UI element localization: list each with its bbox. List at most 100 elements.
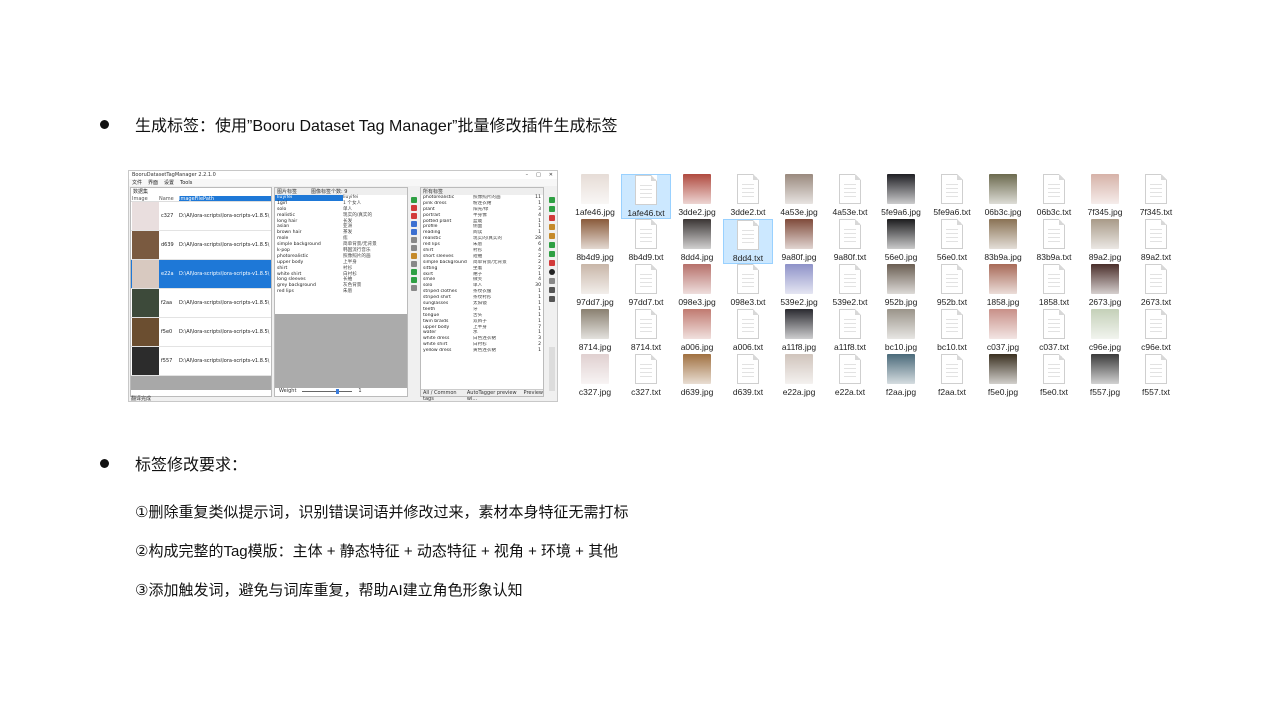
image-file[interactable]: c96e.jpg: [1080, 309, 1130, 354]
image-file[interactable]: 56e0.jpg: [876, 219, 926, 264]
text-file[interactable]: f2aa.txt: [927, 354, 977, 399]
text-file[interactable]: c037.txt: [1029, 309, 1079, 354]
text-file[interactable]: 83b9a.txt: [1029, 219, 1079, 264]
text-file[interactable]: 1afe46.txt: [621, 174, 671, 219]
image-file[interactable]: 2673.jpg: [1080, 264, 1130, 309]
menu-file[interactable]: 文件: [132, 179, 142, 186]
image-file[interactable]: 06b3c.jpg: [978, 174, 1028, 219]
image-tag-row[interactable]: red lips 朱唇: [275, 289, 407, 295]
text-file[interactable]: e22a.txt: [825, 354, 875, 399]
text-file[interactable]: 89a2.txt: [1131, 219, 1181, 264]
remove-all-icon[interactable]: [549, 215, 555, 221]
image-file[interactable]: 8b4d9.jpg: [570, 219, 620, 264]
image-file[interactable]: 7f345.jpg: [1080, 174, 1130, 219]
image-row[interactable]: e22a D:\AI\lora-scripts\lora-scripts-v1.8…: [131, 260, 271, 289]
zoom-icon[interactable]: [549, 278, 555, 284]
text-file[interactable]: 8b4d9.txt: [621, 219, 671, 264]
move-up-icon[interactable]: [549, 242, 555, 248]
text-file[interactable]: 8714.txt: [621, 309, 671, 354]
minimize-icon[interactable]: –: [526, 172, 529, 178]
paste-icon[interactable]: [411, 229, 417, 235]
image-file[interactable]: 97dd7.jpg: [570, 264, 620, 309]
text-file[interactable]: 952b.txt: [927, 264, 977, 309]
image-file[interactable]: e22a.jpg: [774, 354, 824, 399]
text-file[interactable]: 4a53e.txt: [825, 174, 875, 219]
image-file[interactable]: 952b.jpg: [876, 264, 926, 309]
image-file[interactable]: f5e0.jpg: [978, 354, 1028, 399]
image-file[interactable]: 098e3.jpg: [672, 264, 722, 309]
col-name[interactable]: Name: [159, 196, 179, 202]
text-file[interactable]: 06b3c.txt: [1029, 174, 1079, 219]
image-file[interactable]: f2aa.jpg: [876, 354, 926, 399]
image-file[interactable]: 5fe9a6.jpg: [876, 174, 926, 219]
text-file[interactable]: 7f345.txt: [1131, 174, 1181, 219]
text-file[interactable]: 539e2.txt: [825, 264, 875, 309]
image-row[interactable]: f2aa D:\AI\lora-scripts\lora-scripts-v1.8…: [131, 289, 271, 318]
text-file[interactable]: a006.txt: [723, 309, 773, 354]
tab-autotagger[interactable]: AutoTagger preview wi...: [467, 390, 518, 401]
text-file[interactable]: 5fe9a6.txt: [927, 174, 977, 219]
save-icon[interactable]: [411, 221, 417, 227]
image-file[interactable]: 83b9a.jpg: [978, 219, 1028, 264]
weight-slider[interactable]: Weight 1: [279, 388, 362, 394]
weight-knob[interactable]: [336, 388, 340, 394]
image-file[interactable]: c037.jpg: [978, 309, 1028, 354]
text-file[interactable]: f5e0.txt: [1029, 354, 1079, 399]
undo-icon[interactable]: [411, 245, 417, 251]
text-file[interactable]: c327.txt: [621, 354, 671, 399]
text-file[interactable]: 97dd7.txt: [621, 264, 671, 309]
image-file[interactable]: 1858.jpg: [978, 264, 1028, 309]
close-icon[interactable]: ✕: [549, 172, 553, 178]
image-file[interactable]: 9a80f.jpg: [774, 219, 824, 264]
text-file[interactable]: 9a80f.txt: [825, 219, 875, 264]
image-row[interactable]: f557 D:\AI\lora-scripts\lora-scripts-v1.8…: [131, 347, 271, 376]
delete-tag-icon[interactable]: [411, 205, 417, 211]
scrollbar[interactable]: [549, 347, 555, 391]
replace-icon[interactable]: [411, 261, 417, 267]
copy-icon[interactable]: [411, 237, 417, 243]
image-file[interactable]: 89a2.jpg: [1080, 219, 1130, 264]
move-down-icon[interactable]: [549, 251, 555, 257]
sort-icon[interactable]: [411, 253, 417, 259]
menu-view[interactable]: 界面: [148, 179, 158, 186]
filter-clear-icon[interactable]: [549, 296, 555, 302]
image-file[interactable]: 539e2.jpg: [774, 264, 824, 309]
image-file[interactable]: 1afe46.jpg: [570, 174, 620, 219]
image-file[interactable]: 4a53e.jpg: [774, 174, 824, 219]
image-file[interactable]: 3dde2.jpg: [672, 174, 722, 219]
add-tag-icon[interactable]: [411, 197, 417, 203]
tab-preview[interactable]: Preview: [524, 390, 543, 396]
maximize-icon[interactable]: □: [536, 172, 541, 178]
refresh-icon[interactable]: [549, 197, 555, 203]
text-file[interactable]: a11f8.txt: [825, 309, 875, 354]
col-path[interactable]: ImageFilePath: [179, 196, 271, 202]
text-file[interactable]: 1858.txt: [1029, 264, 1079, 309]
arrow-down-icon[interactable]: [411, 277, 417, 283]
stop-icon[interactable]: [549, 260, 555, 266]
text-file[interactable]: f557.txt: [1131, 354, 1181, 399]
filter-icon[interactable]: [549, 287, 555, 293]
col-image[interactable]: Image: [131, 196, 159, 202]
text-file[interactable]: 2673.txt: [1131, 264, 1181, 309]
image-file[interactable]: f557.jpg: [1080, 354, 1130, 399]
menu-tools[interactable]: Tools: [180, 180, 192, 186]
text-file[interactable]: d639.txt: [723, 354, 773, 399]
text-file[interactable]: bc10.txt: [927, 309, 977, 354]
clear-tags-icon[interactable]: [411, 213, 417, 219]
text-file[interactable]: 8dd4.txt: [723, 219, 773, 264]
text-file[interactable]: c96e.txt: [1131, 309, 1181, 354]
text-file[interactable]: 56e0.txt: [927, 219, 977, 264]
arrow-up-icon[interactable]: [411, 269, 417, 275]
menu-settings[interactable]: 设置: [164, 179, 174, 186]
tab-all-common[interactable]: All / Common tags: [423, 390, 461, 401]
image-row[interactable]: f5e0 D:\AI\lora-scripts\lora-scripts-v1.8…: [131, 318, 271, 347]
search-icon[interactable]: [411, 285, 417, 291]
image-row[interactable]: c327 D:\AI\lora-scripts\lora-scripts-v1.8…: [131, 202, 271, 231]
image-file[interactable]: a006.jpg: [672, 309, 722, 354]
text-file[interactable]: 3dde2.txt: [723, 174, 773, 219]
image-file[interactable]: bc10.jpg: [876, 309, 926, 354]
image-file[interactable]: 8dd4.jpg: [672, 219, 722, 264]
all-tag-row[interactable]: yellow dress 黄色连衣裙 1: [421, 348, 543, 354]
record-icon[interactable]: [549, 269, 555, 275]
settings-icon[interactable]: [549, 224, 555, 230]
